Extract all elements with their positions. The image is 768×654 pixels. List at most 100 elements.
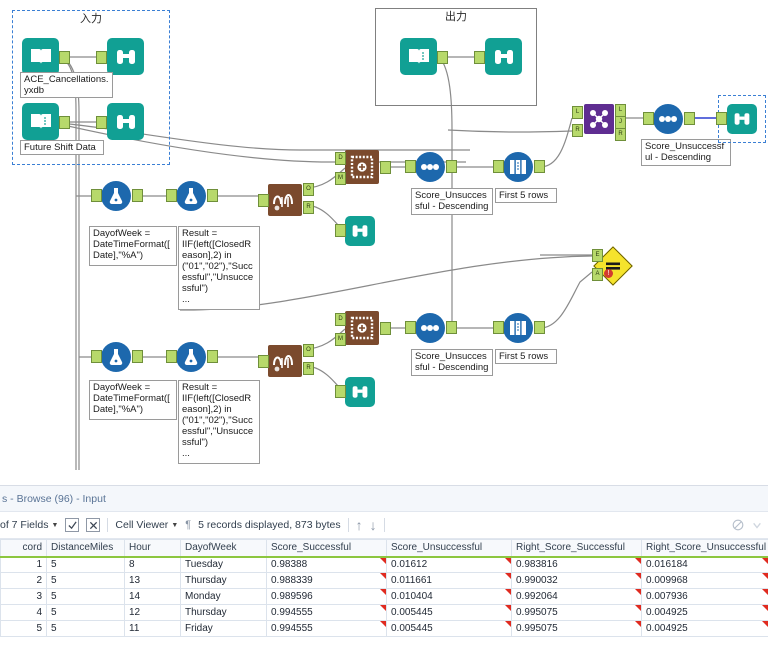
predictive-tool-bottom[interactable] bbox=[268, 345, 302, 377]
binoculars-icon bbox=[107, 103, 144, 140]
sample-bottom-output-port[interactable] bbox=[534, 321, 545, 334]
formula-tool-bottom-2[interactable] bbox=[176, 342, 206, 372]
input-data-tool-3[interactable] bbox=[400, 38, 437, 75]
results-panel-header: s - Browse (96) - Input bbox=[0, 486, 768, 512]
column-header-hour[interactable]: Hour bbox=[124, 539, 181, 558]
column-header-right-score-successful[interactable]: Right_Score_Successful bbox=[511, 539, 642, 558]
column-header-right-score-unsuccessful[interactable]: Right_Score_Unsuccessful bbox=[641, 539, 768, 558]
browse-5-input-port[interactable] bbox=[335, 385, 346, 398]
table-row[interactable]: 5 5 11 Friday 0.994555 0.005445 0.995075… bbox=[0, 620, 768, 637]
score-tool-bottom[interactable] bbox=[345, 311, 379, 345]
fields-selector[interactable]: of 7 Fields ▼ bbox=[0, 519, 58, 531]
results-table[interactable]: cord DistanceMiles Hour DayofWeek Score_… bbox=[0, 539, 768, 637]
sort-right-output-port[interactable] bbox=[684, 112, 695, 125]
formula-bottom-2-output-port[interactable] bbox=[207, 350, 218, 363]
browse-tool-selected[interactable] bbox=[718, 95, 766, 143]
formula-top-2-output-port[interactable] bbox=[207, 189, 218, 202]
sort-top-output-port[interactable] bbox=[446, 160, 457, 173]
sample-top-input-port[interactable] bbox=[493, 160, 504, 173]
predictive-bottom-output-o-port[interactable]: O bbox=[303, 344, 314, 357]
score-tool-top[interactable] bbox=[345, 150, 379, 184]
browse-tool-2[interactable] bbox=[107, 103, 144, 140]
formula-top-1-output-port[interactable] bbox=[132, 189, 143, 202]
cell-viewer-label: Cell Viewer bbox=[115, 519, 169, 531]
predictive-top-input-port[interactable] bbox=[258, 194, 269, 207]
formula-tool-bottom-1[interactable] bbox=[101, 342, 131, 372]
input-data-tool-1[interactable] bbox=[22, 38, 59, 75]
column-header-distancemiles[interactable]: DistanceMiles bbox=[46, 539, 125, 558]
workflow-canvas[interactable]: 入力 ACE_Cancellations.yxdb Future Shift D… bbox=[0, 0, 768, 485]
table-row[interactable]: 4 5 12 Thursday 0.994555 0.005445 0.9950… bbox=[0, 604, 768, 621]
pilcrow-icon[interactable]: ¶ bbox=[185, 519, 191, 531]
join-tool[interactable] bbox=[584, 104, 614, 134]
browse-4-input-port[interactable] bbox=[335, 224, 346, 237]
sort-right-input-port[interactable] bbox=[643, 112, 654, 125]
formula-bottom-2-input-port[interactable] bbox=[166, 350, 177, 363]
sample-tool-top[interactable] bbox=[503, 152, 533, 182]
join-output-right-port[interactable]: R bbox=[615, 128, 626, 141]
table-row[interactable]: 1 5 8 Tuesday 0.98388 0.01612 0.983816 0… bbox=[0, 556, 768, 573]
formula-tool-top-1[interactable] bbox=[101, 181, 131, 211]
toolbar-right-group[interactable] bbox=[732, 519, 762, 531]
browse-tool-1[interactable] bbox=[107, 38, 144, 75]
sort-tool-top[interactable] bbox=[415, 152, 445, 182]
chevron-down-icon[interactable]: ▼ bbox=[51, 522, 58, 529]
score-bottom-input-model-port[interactable]: M bbox=[335, 333, 346, 346]
formula-bottom-1-input-port[interactable] bbox=[91, 350, 102, 363]
browse-2-input-port[interactable] bbox=[96, 116, 107, 129]
sample-bottom-input-port[interactable] bbox=[493, 321, 504, 334]
results-panel[interactable]: s - Browse (96) - Input of 7 Fields ▼ Ce… bbox=[0, 485, 768, 654]
select-all-button[interactable] bbox=[65, 518, 80, 532]
sample-top-output-port[interactable] bbox=[534, 160, 545, 173]
formula-top-2-input-port[interactable] bbox=[166, 189, 177, 202]
formula-tool-top-2[interactable] bbox=[176, 181, 206, 211]
deselect-all-button[interactable] bbox=[86, 518, 101, 532]
browse-tool-5[interactable] bbox=[345, 377, 375, 407]
test-tool[interactable] bbox=[593, 246, 633, 286]
browse-1-input-port[interactable] bbox=[96, 51, 107, 64]
test-input-e-port[interactable]: E bbox=[592, 249, 603, 262]
table-row[interactable]: 2 5 13 Thursday 0.988339 0.011661 0.9900… bbox=[0, 572, 768, 589]
predictive-tool-top[interactable] bbox=[268, 184, 302, 216]
input-data-tool-2[interactable] bbox=[22, 103, 59, 140]
input-2-output-port[interactable] bbox=[59, 116, 70, 129]
cell-viewer-selector[interactable]: Cell Viewer ▼ bbox=[115, 519, 178, 531]
chevron-down-icon[interactable] bbox=[752, 520, 762, 530]
sort-bottom-output-port[interactable] bbox=[446, 321, 457, 334]
column-header-score-successful[interactable]: Score_Successful bbox=[266, 539, 387, 558]
score-top-output-port[interactable] bbox=[380, 161, 391, 174]
arrow-down-icon[interactable]: ↓ bbox=[370, 518, 377, 532]
sort-top-input-port[interactable] bbox=[405, 160, 416, 173]
score-bottom-output-port[interactable] bbox=[380, 322, 391, 335]
column-header-score-unsuccessful[interactable]: Score_Unsuccessful bbox=[386, 539, 512, 558]
test-input-a-port[interactable]: A bbox=[592, 268, 603, 281]
formula-bottom-1-output-port[interactable] bbox=[132, 350, 143, 363]
browse-selected-input-port[interactable] bbox=[716, 112, 727, 125]
browse-tool-4[interactable] bbox=[345, 216, 375, 246]
table-row[interactable]: 3 5 14 Monday 0.989596 0.010404 0.992064… bbox=[0, 588, 768, 605]
predictive-top-output-r-port[interactable]: R bbox=[303, 201, 314, 214]
browse-3-input-port[interactable] bbox=[474, 51, 485, 64]
sample-tool-bottom[interactable] bbox=[503, 313, 533, 343]
browse-tool-3[interactable] bbox=[485, 38, 522, 75]
sort-tool-right[interactable] bbox=[653, 104, 683, 134]
predictive-top-output-o-port[interactable]: O bbox=[303, 183, 314, 196]
join-input-left-port[interactable]: L bbox=[572, 106, 583, 119]
formula-top-1-input-port[interactable] bbox=[91, 189, 102, 202]
score-top-input-data-port[interactable]: D bbox=[335, 152, 346, 165]
join-input-right-port[interactable]: R bbox=[572, 124, 583, 137]
sort-bottom-input-port[interactable] bbox=[405, 321, 416, 334]
predictive-bottom-output-r-port[interactable]: R bbox=[303, 362, 314, 375]
no-entry-icon[interactable] bbox=[732, 519, 744, 531]
sort-tool-bottom[interactable] bbox=[415, 313, 445, 343]
arrow-up-icon[interactable]: ↑ bbox=[356, 518, 363, 532]
input-1-output-port[interactable] bbox=[59, 51, 70, 64]
score-bottom-input-data-port[interactable]: D bbox=[335, 313, 346, 326]
predictive-bottom-input-port[interactable] bbox=[258, 355, 269, 368]
column-header-record[interactable]: cord bbox=[0, 539, 47, 558]
chevron-down-icon[interactable]: ▼ bbox=[171, 522, 178, 529]
results-toolbar[interactable]: of 7 Fields ▼ Cell Viewer ▼ ¶ 5 records … bbox=[0, 512, 768, 539]
column-header-dayofweek[interactable]: DayofWeek bbox=[180, 539, 267, 558]
score-top-input-model-port[interactable]: M bbox=[335, 172, 346, 185]
input-3-output-port[interactable] bbox=[437, 51, 448, 64]
